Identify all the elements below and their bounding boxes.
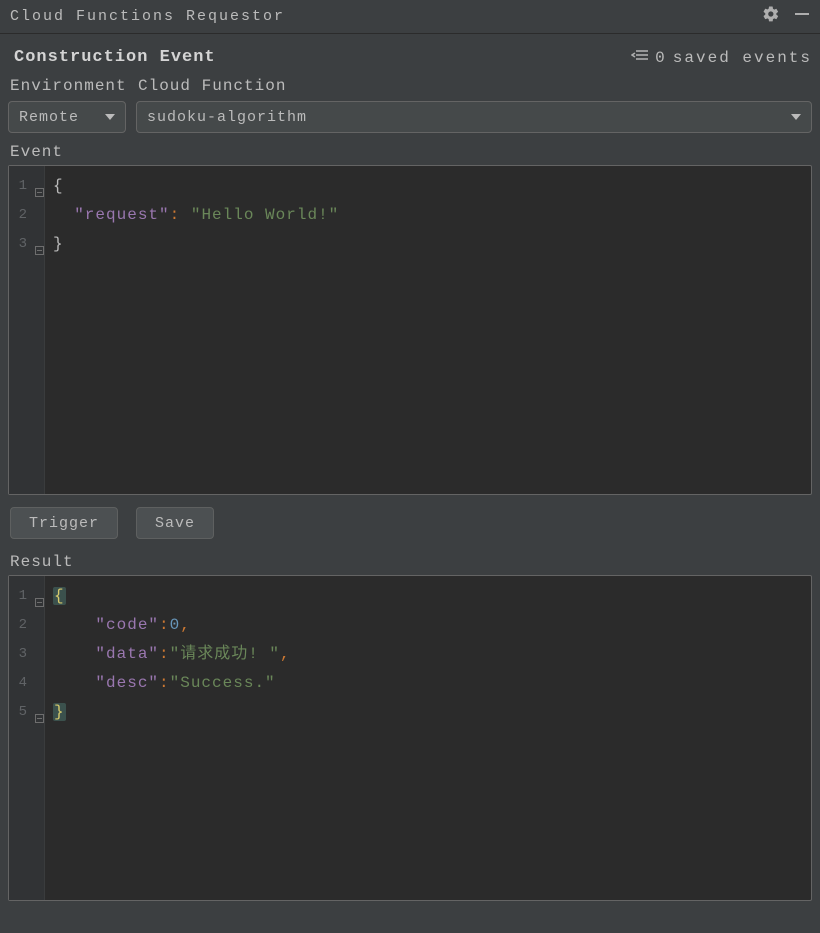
code-line: "request": "Hello World!" (53, 201, 803, 230)
minimize-icon[interactable] (794, 6, 810, 27)
fold-icon[interactable] (35, 180, 44, 189)
code-line: { (53, 582, 803, 611)
app-title: Cloud Functions Requestor (10, 8, 762, 25)
controls-row: Remote sudoku-algorithm (8, 101, 812, 133)
code-line: } (53, 230, 803, 259)
fold-icon[interactable] (35, 238, 44, 247)
result-gutter: 12345 (9, 576, 45, 900)
code-line: } (53, 698, 803, 727)
event-gutter: 123 (9, 166, 45, 494)
saved-events-label: saved events (673, 49, 812, 67)
titlebar-actions (762, 5, 810, 28)
result-label: Result (8, 553, 812, 571)
event-label: Event (8, 143, 812, 161)
function-select[interactable]: sudoku-algorithm (136, 101, 812, 133)
environment-label: Environment (10, 77, 128, 95)
titlebar: Cloud Functions Requestor (0, 0, 820, 34)
function-value: sudoku-algorithm (147, 109, 307, 126)
code-line: "data":"请求成功! ", (53, 640, 803, 669)
chevron-down-icon (105, 114, 115, 120)
gear-icon[interactable] (762, 5, 780, 28)
chevron-down-icon (791, 114, 801, 120)
saved-events-icon (631, 48, 649, 67)
result-code: { "code":0, "data":"请求成功! ", "desc":"Suc… (45, 576, 811, 900)
section-title: Construction Event (8, 48, 631, 67)
event-code[interactable]: { "request": "Hello World!"} (45, 166, 811, 494)
labels-row: Environment Cloud Function (8, 77, 812, 95)
result-editor: 12345 { "code":0, "data":"请求成功! ", "desc… (8, 575, 812, 901)
environment-select[interactable]: Remote (8, 101, 126, 133)
fold-icon[interactable] (35, 590, 44, 599)
saved-events[interactable]: 0 saved events (631, 48, 812, 67)
code-line: { (53, 172, 803, 201)
save-button[interactable]: Save (136, 507, 214, 539)
code-line: "desc":"Success." (53, 669, 803, 698)
section-header: Construction Event 0 saved events (8, 48, 812, 67)
buttons-row: Trigger Save (8, 507, 812, 539)
saved-events-count: 0 (655, 49, 667, 67)
fold-icon[interactable] (35, 706, 44, 715)
environment-value: Remote (19, 109, 79, 126)
cloud-function-label: Cloud Function (138, 77, 286, 95)
content: Construction Event 0 saved events Enviro… (0, 34, 820, 909)
code-line: "code":0, (53, 611, 803, 640)
trigger-button[interactable]: Trigger (10, 507, 118, 539)
event-editor[interactable]: 123 { "request": "Hello World!"} (8, 165, 812, 495)
